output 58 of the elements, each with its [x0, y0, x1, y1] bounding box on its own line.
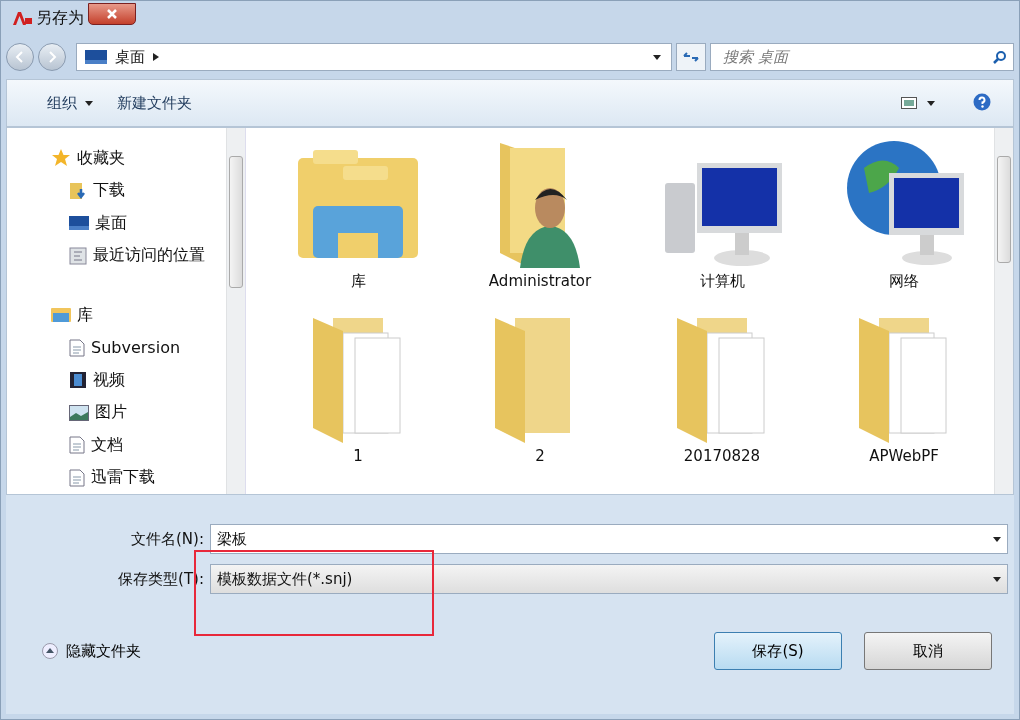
sidebar-group-item[interactable]: 库 — [51, 298, 226, 332]
scrollbar[interactable] — [226, 128, 245, 494]
file-item[interactable]: 1 — [268, 313, 448, 488]
sidebar-group-item[interactable]: 收藏夹 — [51, 142, 226, 175]
search-field[interactable]: 搜索 桌面 — [710, 43, 1014, 71]
filename-label: 文件名(N): — [130, 529, 204, 549]
collapse-icon — [42, 643, 58, 659]
help-icon — [973, 92, 991, 111]
sidebar-item[interactable]: 文档 — [51, 428, 226, 462]
file-type-dropdown[interactable]: 模板数据文件(*.snj) — [210, 564, 1008, 594]
refresh-button[interactable] — [676, 43, 706, 71]
breadcrumb-item[interactable]: 桌面 — [115, 47, 145, 67]
sidebar-item[interactable]: 视频 — [51, 363, 226, 397]
close-button[interactable] — [88, 3, 136, 25]
window-title: 另存为 — [36, 7, 84, 29]
picture-icon — [69, 404, 89, 421]
caret-icon — [85, 100, 93, 106]
document-icon — [69, 436, 85, 455]
film-icon — [69, 371, 87, 390]
hide-folders-button[interactable]: 隐藏文件夹 — [36, 640, 147, 662]
sidebar-item[interactable]: 桌面 — [51, 207, 226, 240]
file-item[interactable]: 2 — [450, 313, 630, 488]
sidebar-item[interactable]: 迅雷下载 — [51, 461, 226, 494]
library-icon — [51, 307, 71, 324]
cancel-button[interactable]: 取消 — [864, 632, 992, 670]
new-folder-button[interactable]: 新建文件夹 — [111, 89, 198, 117]
sidebar-item[interactable]: 最近访问的位置 — [51, 239, 226, 273]
dropdown-caret-icon[interactable] — [653, 54, 661, 60]
dropdown-caret-icon — [993, 536, 1001, 542]
sidebar-item[interactable]: Subversion — [51, 331, 226, 364]
star-icon — [51, 149, 71, 168]
search-icon — [993, 50, 1007, 64]
desktop-icon — [69, 215, 89, 232]
file-item[interactable]: APWebPF — [814, 313, 994, 488]
file-item[interactable]: 网络 — [814, 138, 994, 313]
file-item[interactable]: Administrator — [450, 138, 630, 313]
organize-menu-button[interactable]: 组织 — [41, 89, 99, 117]
sidebar-item[interactable]: 下载 — [51, 174, 226, 208]
scrollbar[interactable] — [994, 128, 1013, 494]
address-bar[interactable]: 桌面 — [76, 43, 672, 71]
document-icon — [69, 338, 85, 357]
file-item[interactable]: 库 — [268, 138, 448, 313]
chevron-icon — [153, 53, 159, 61]
recent-places-icon — [69, 246, 87, 265]
file-item[interactable]: 20170828 — [632, 313, 812, 488]
save-button[interactable]: 保存(S) — [714, 632, 842, 670]
dropdown-caret-icon — [993, 576, 1001, 582]
file-item[interactable]: 计算机 — [632, 138, 812, 313]
filename-field[interactable]: 梁板 — [210, 524, 1008, 554]
app-logo-icon — [12, 10, 32, 26]
view-icon — [901, 97, 917, 109]
download-folder-icon — [69, 181, 87, 200]
close-icon — [106, 8, 118, 20]
desktop-icon — [85, 49, 107, 65]
document-icon — [69, 468, 85, 487]
caret-icon — [927, 100, 935, 106]
sidebar-item[interactable]: 图片 — [51, 396, 226, 429]
refresh-arrows-icon — [683, 51, 699, 63]
